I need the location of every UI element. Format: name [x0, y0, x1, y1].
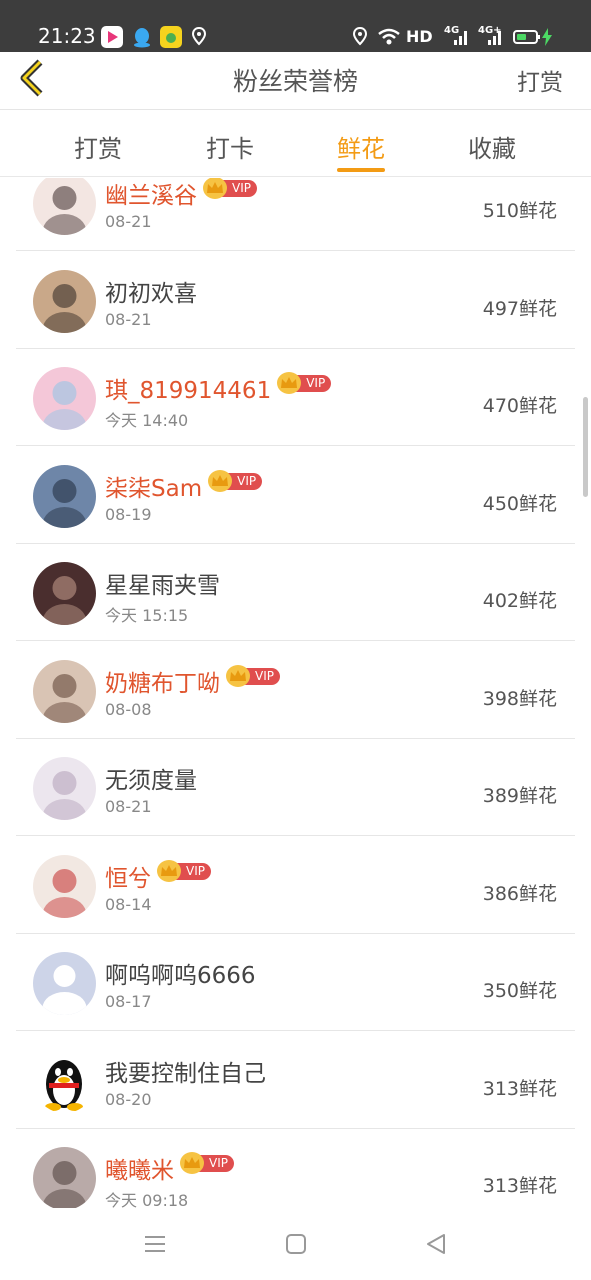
- fan-date: 08-21: [105, 309, 152, 329]
- flower-count: 402鲜花: [482, 590, 557, 612]
- system-nav-bar: [0, 1208, 591, 1280]
- avatar[interactable]: [33, 178, 96, 235]
- fan-name[interactable]: 柒柒Sam: [105, 469, 202, 503]
- tab-flowers[interactable]: 鲜花: [311, 129, 411, 164]
- list-item[interactable]: 啊呜啊呜6666 08-17 350鲜花: [16, 934, 575, 1031]
- qq-icon: [131, 26, 153, 48]
- list-item[interactable]: 柒柒Sam VIP 08-19 450鲜花: [16, 447, 575, 544]
- list-item[interactable]: 琪_819914461 VIP 今天 14:40 470鲜花: [16, 349, 575, 446]
- fan-date: 08-20: [105, 1089, 152, 1109]
- crown-icon: [180, 1152, 204, 1174]
- avatar[interactable]: [33, 1147, 96, 1208]
- fan-date: 08-21: [105, 797, 152, 816]
- vip-badge: VIP: [226, 664, 280, 687]
- fan-name[interactable]: 曦曦米: [105, 1151, 174, 1185]
- fan-name[interactable]: 星星雨夹雪: [105, 566, 220, 600]
- flower-count: 450鲜花: [482, 492, 557, 515]
- reward-button[interactable]: 打赏: [517, 63, 563, 97]
- avatar[interactable]: [33, 854, 96, 918]
- flower-count: 386鲜花: [482, 882, 557, 905]
- list-item[interactable]: 我要控制住自己 08-20 313鲜花: [16, 1032, 575, 1129]
- flower-count: 389鲜花: [482, 785, 557, 807]
- vip-badge: VIP: [208, 469, 263, 492]
- list-item[interactable]: 无须度量 08-21 389鲜花: [16, 739, 575, 836]
- avatar[interactable]: [33, 1049, 96, 1113]
- crown-icon: [226, 664, 250, 687]
- page-title: 粉丝荣誉榜: [232, 67, 358, 96]
- fan-date: 今天 15:15: [105, 606, 189, 625]
- signal-icon: [452, 26, 470, 48]
- list-item[interactable]: 曦曦米 VIP 今天 09:18 313鲜花: [16, 1129, 575, 1208]
- fan-list[interactable]: 幽兰溪谷 VIP 08-21 510鲜花 初初欢喜 08-21 497鲜花 琪_8199144…: [16, 178, 575, 1208]
- tab-reward[interactable]: 打赏: [48, 129, 148, 164]
- flower-count: 497鲜花: [482, 297, 557, 320]
- vip-badge: VIP: [277, 372, 332, 394]
- list-item[interactable]: 星星雨夹雪今天 15:15 402鲜花: [16, 544, 575, 641]
- flower-count: 510鲜花: [482, 200, 557, 222]
- battery-icon: [512, 26, 542, 48]
- video-app-icon: [101, 26, 123, 48]
- scrollbar[interactable]: [583, 397, 588, 497]
- crown-icon: [208, 469, 233, 492]
- fan-date: 08-14: [105, 894, 152, 914]
- fan-name[interactable]: 奶糖布丁呦: [105, 664, 220, 698]
- charging-icon: [540, 26, 554, 48]
- list-item[interactable]: 幽兰溪谷 VIP 08-21 510鲜花: [16, 178, 575, 251]
- fan-name[interactable]: 琪_819914461: [105, 371, 271, 405]
- fan-date: 今天 09:18: [105, 1191, 189, 1208]
- fan-date: 08-17: [105, 992, 152, 1011]
- location-icon: [350, 26, 370, 48]
- fan-name[interactable]: 幽兰溪谷: [105, 178, 197, 210]
- vip-badge: VIP: [203, 178, 257, 199]
- avatar[interactable]: [33, 562, 96, 625]
- yellow-app-icon: [160, 26, 182, 48]
- top-header: 粉丝荣誉榜 打赏: [0, 52, 591, 110]
- hd-label: HD: [406, 27, 433, 46]
- wifi-icon: [376, 26, 402, 48]
- flower-count: 313鲜花: [482, 1175, 557, 1197]
- flower-count: 398鲜花: [482, 687, 557, 710]
- fan-name[interactable]: 恒兮: [105, 859, 151, 893]
- signal-icon-2: [486, 26, 504, 48]
- fan-date: 08-19: [105, 504, 152, 524]
- avatar[interactable]: [33, 757, 96, 820]
- tab-favorites[interactable]: 收藏: [442, 129, 542, 164]
- flower-count: 470鲜花: [482, 395, 557, 417]
- tab-active-indicator: [337, 168, 385, 172]
- vip-badge: VIP: [180, 1152, 234, 1174]
- avatar[interactable]: [33, 464, 96, 528]
- list-item[interactable]: 奶糖布丁呦 VIP 08-08 398鲜花: [16, 642, 575, 739]
- location-pin-icon: [189, 26, 209, 48]
- fan-name[interactable]: 我要控制住自己: [105, 1054, 266, 1088]
- avatar[interactable]: [33, 659, 96, 723]
- tab-checkin[interactable]: 打卡: [180, 129, 280, 164]
- vip-badge: VIP: [157, 859, 211, 882]
- fan-date: 08-21: [105, 212, 152, 231]
- list-item[interactable]: 恒兮 VIP 08-14 386鲜花: [16, 837, 575, 934]
- home-square-icon[interactable]: [284, 1232, 308, 1256]
- flower-count: 313鲜花: [482, 1077, 557, 1100]
- fan-date: 08-08: [105, 699, 152, 719]
- fan-name[interactable]: 无须度量: [105, 761, 197, 795]
- fan-name[interactable]: 初初欢喜: [105, 274, 197, 308]
- flower-count: 350鲜花: [482, 980, 557, 1002]
- status-bar: 21:23 HD 4G 4G+: [0, 0, 591, 52]
- status-time: 21:23: [38, 24, 96, 48]
- avatar[interactable]: [33, 952, 96, 1015]
- list-item[interactable]: 初初欢喜 08-21 497鲜花: [16, 252, 575, 349]
- fan-date: 今天 14:40: [105, 411, 189, 430]
- menu-icon[interactable]: [143, 1232, 167, 1256]
- avatar[interactable]: [33, 269, 96, 333]
- avatar[interactable]: [33, 367, 96, 430]
- back-triangle-icon[interactable]: [424, 1232, 448, 1256]
- crown-icon: [157, 859, 181, 882]
- crown-icon: [203, 178, 227, 199]
- fan-name[interactable]: 啊呜啊呜6666: [105, 956, 256, 990]
- tab-bar: 打赏 打卡 鲜花 收藏: [0, 111, 591, 177]
